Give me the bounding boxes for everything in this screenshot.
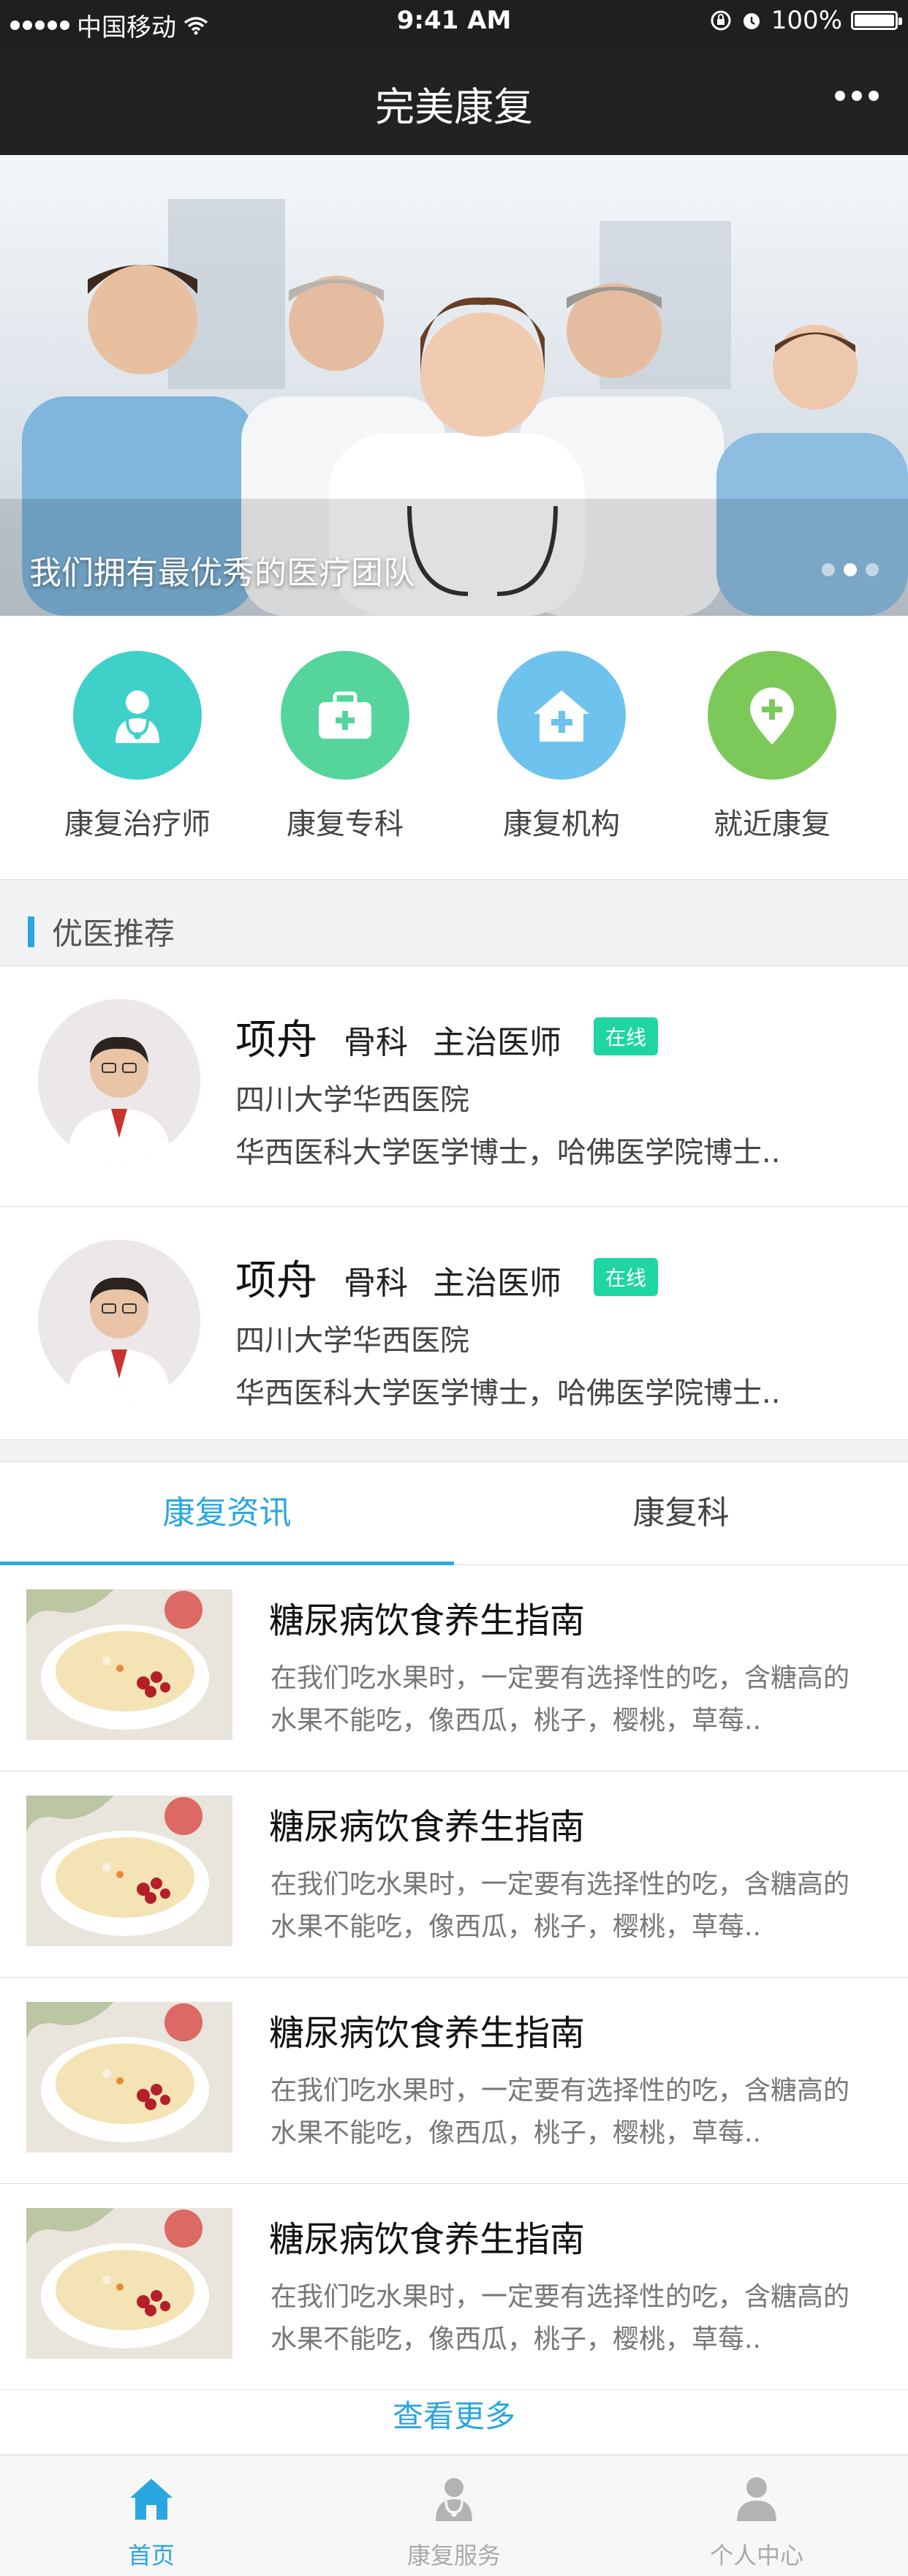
status-bar: 中国移动 9:41 AM 100% (0, 0, 908, 47)
banner-carousel[interactable]: 我们拥有最优秀的医疗团队 (0, 155, 908, 616)
tab-rehab-department[interactable]: 康复科 (454, 1462, 908, 1564)
doctor-name: 项舟 (235, 1017, 317, 1064)
battery-percent: 100% (771, 6, 842, 35)
banner-dot[interactable] (866, 563, 879, 576)
quick-link-institution[interactable]: 康复机构 (466, 651, 657, 843)
article-summary: 在我们吃水果时，一定要有选择性的吃，含糖高的水果不能吃，像西瓜，桃子，樱桃，草莓… (270, 1869, 850, 1942)
tabbar-home[interactable]: 首页 (0, 2455, 303, 2576)
article-title: 糖尿病饮食养生指南 (269, 1600, 586, 1641)
tabbar-rehab-service[interactable]: 康复服务 (303, 2455, 605, 2576)
section-title: 优医推荐 (52, 916, 175, 952)
doctor-title: 主治医师 (433, 1265, 561, 1302)
section-header-recommend: 优医推荐 (28, 909, 175, 954)
doctor-department: 骨科 (344, 1265, 408, 1302)
quick-link-therapist[interactable]: 康复治疗师 (42, 651, 232, 843)
doctor-department: 骨科 (344, 1024, 408, 1061)
article-item[interactable]: 糖尿病饮食养生指南在我们吃水果时，一定要有选择性的吃，含糖高的水果不能吃，像西瓜… (0, 2184, 908, 2390)
tabbar-label: 康复服务 (406, 2542, 501, 2569)
doctor-avatar (38, 1240, 200, 1402)
more-options-button[interactable] (835, 91, 879, 101)
article-list: 糖尿病饮食养生指南在我们吃水果时，一定要有选择性的吃，含糖高的水果不能吃，像西瓜… (0, 1565, 908, 2390)
online-status-badge: 在线 (594, 1258, 659, 1296)
article-summary: 在我们吃水果时，一定要有选择性的吃，含糖高的水果不能吃，像西瓜，桃子，樱桃，草莓… (270, 2076, 850, 2148)
doctor-title: 主治医师 (433, 1024, 561, 1061)
doctor-card[interactable]: 项舟 骨科 主治医师 在线 四川大学华西医院 华西医科大学医学博士，哈佛医学院博… (0, 1207, 908, 1447)
hospital-icon (497, 651, 626, 780)
article-item[interactable]: 糖尿病饮食养生指南在我们吃水果时，一定要有选择性的吃，含糖高的水果不能吃，像西瓜… (0, 1565, 908, 1771)
doctor-hospital: 四川大学华西医院 (235, 1324, 469, 1357)
article-item[interactable]: 糖尿病饮食养生指南在我们吃水果时，一定要有选择性的吃，含糖高的水果不能吃，像西瓜… (0, 1978, 908, 2184)
article-summary: 在我们吃水果时，一定要有选择性的吃，含糖高的水果不能吃，像西瓜，桃子，樱桃，草莓… (270, 2282, 850, 2354)
nav-bar: 完美康复 (0, 47, 908, 155)
quick-link-specialty[interactable]: 康复专科 (250, 651, 440, 843)
medical-kit-icon (281, 651, 409, 780)
alarm-icon (743, 13, 760, 29)
status-right: 100% (710, 6, 902, 35)
location-pin-icon (708, 651, 836, 780)
home-icon (130, 2479, 173, 2520)
tabbar-label: 个人中心 (709, 2542, 803, 2569)
section-accent-bar (28, 916, 34, 947)
article-thumbnail (26, 1589, 232, 1740)
tab-rehab-news[interactable]: 康复资讯 (0, 1462, 454, 1564)
page-title: 完美康复 (375, 84, 533, 130)
banner-caption: 我们拥有最优秀的医疗团队 (29, 554, 415, 592)
doctor-icon (73, 651, 202, 780)
battery-icon (851, 11, 902, 30)
article-item[interactable]: 糖尿病饮食养生指南在我们吃水果时，一定要有选择性的吃，含糖高的水果不能吃，像西瓜… (0, 1771, 908, 1978)
doctor-card[interactable]: 项舟 骨科 主治医师 在线 四川大学华西医院 华西医科大学医学博士，哈佛医学院博… (0, 966, 908, 1207)
banner-pagination[interactable] (822, 563, 879, 576)
article-thumbnail (26, 1796, 232, 1946)
quick-links: 康复治疗师 康复专科 康复机构 就近康复 (0, 616, 908, 879)
doctor-name: 项舟 (235, 1257, 317, 1305)
article-thumbnail (26, 2002, 232, 2153)
quick-link-label: 康复机构 (503, 807, 620, 841)
doctor-icon (436, 2478, 472, 2521)
doctor-description: 华西医科大学医学博士，哈佛医学院博士.. (235, 1376, 781, 1410)
quick-link-label: 康复专科 (287, 807, 404, 841)
doctor-avatar (38, 999, 200, 1161)
article-summary: 在我们吃水果时，一定要有选择性的吃，含糖高的水果不能吃，像西瓜，桃子，樱桃，草莓… (270, 1663, 850, 1736)
article-thumbnail (26, 2208, 232, 2359)
banner-dot[interactable] (822, 563, 835, 576)
bottom-tab-bar: 首页 康复服务 个人中心 (0, 2455, 908, 2576)
tabbar-label: 首页 (127, 2542, 175, 2569)
rotation-lock-icon (711, 10, 731, 31)
article-title: 糖尿病饮食养生指南 (269, 2013, 586, 2054)
doctor-list: 项舟 骨科 主治医师 在线 四川大学华西医院 华西医科大学医学博士，哈佛医学院博… (0, 965, 908, 1447)
section-divider (0, 1439, 908, 1462)
banner-dot-active[interactable] (844, 563, 857, 576)
quick-link-nearby[interactable]: 就近康复 (677, 651, 867, 843)
article-title: 糖尿病饮食养生指南 (269, 2219, 586, 2260)
content-tabs: 康复资讯 康复科 (0, 1461, 908, 1565)
tabbar-personal-center[interactable]: 个人中心 (605, 2455, 908, 2576)
section-divider: 优医推荐 (0, 879, 908, 966)
quick-link-label: 就近康复 (714, 807, 831, 841)
doctor-description: 华西医科大学医学博士，哈佛医学院博士.. (235, 1136, 781, 1170)
view-more-link[interactable]: 查看更多 (0, 2392, 908, 2436)
doctor-hospital: 四川大学华西医院 (235, 1083, 469, 1117)
online-status-badge: 在线 (594, 1017, 659, 1055)
user-icon (737, 2477, 776, 2521)
quick-link-label: 康复治疗师 (64, 807, 211, 841)
article-title: 糖尿病饮食养生指南 (269, 1807, 586, 1848)
